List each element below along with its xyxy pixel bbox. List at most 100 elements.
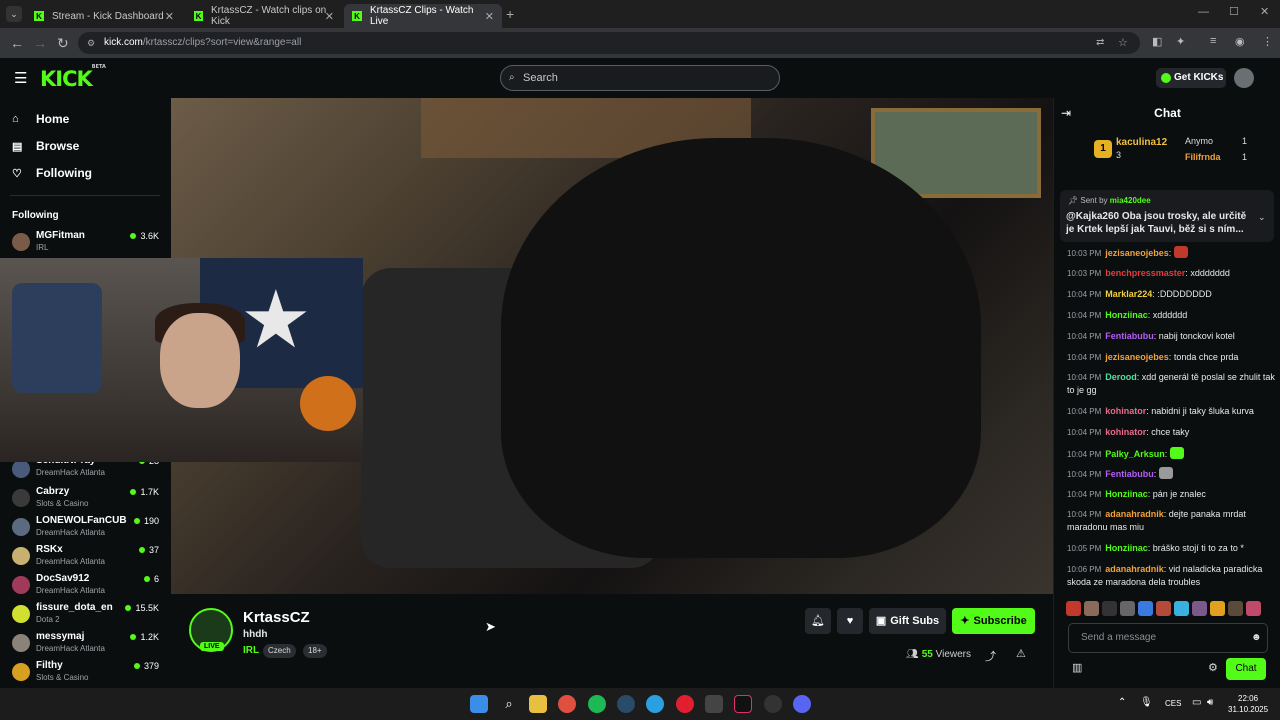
chat-message[interactable]: 10:06 PM adanahradnik: vid naladicka para…	[1067, 563, 1275, 589]
site-info-icon[interactable]: ⚙	[87, 32, 95, 54]
followed-channel[interactable]: LONEWOLFanCUB DreamHack Atlanta 190	[12, 514, 162, 542]
chat-username[interactable]: Fentiabubu	[1105, 469, 1154, 479]
tag-czech[interactable]: Czech	[263, 644, 296, 658]
tab-kick-dashboard[interactable]: K Stream - Kick Dashboard ✕	[26, 4, 182, 28]
extension-icon[interactable]: ◧	[1152, 35, 1162, 48]
tiktok-icon[interactable]	[734, 695, 752, 713]
followed-channel[interactable]: RSKx DreamHack Atlanta 37	[12, 543, 162, 571]
chat-message[interactable]: 10:03 PM jezisaneojebes:	[1067, 246, 1275, 260]
emote-icon[interactable]	[1138, 601, 1153, 616]
microphone-icon[interactable]: 🎙︎	[1140, 697, 1153, 708]
back-icon[interactable]: ←	[10, 35, 24, 51]
chat-message[interactable]: 10:04 PM Derood: xdd generál tě poslal se…	[1067, 371, 1275, 397]
translate-icon[interactable]: ⇄	[1096, 32, 1104, 54]
followed-channel[interactable]: messymaj DreamHack Atlanta 1.2K	[12, 630, 162, 658]
chat-message[interactable]: 10:04 PM kohinator: nabidni ji taky šluka…	[1067, 405, 1275, 418]
chat-settings-gear-icon[interactable]: ⚙	[1208, 661, 1218, 674]
forward-icon[interactable]: →	[33, 35, 47, 51]
chat-message[interactable]: 10:04 PM Honziinac: pán je znalec	[1067, 488, 1275, 501]
chat-message[interactable]: 10:05 PM Honziinac: bráško stojí ti to za…	[1067, 542, 1275, 555]
emote-icon[interactable]	[1246, 601, 1261, 616]
chat-username[interactable]: jezisaneojebes	[1105, 352, 1169, 362]
nav-browse[interactable]: ▤ Browse	[12, 139, 79, 153]
store-icon[interactable]: ▥	[1072, 661, 1082, 674]
close-tab-icon[interactable]: ✕	[165, 10, 174, 23]
faceit-icon[interactable]	[705, 695, 723, 713]
url-field[interactable]: ⚙ kick.com/krtasscz/clips?sort=view&rang…	[78, 32, 1140, 54]
subscribe-button[interactable]: ✦ Subscribe	[952, 608, 1035, 634]
chat-username[interactable]: Marklar224	[1105, 289, 1152, 299]
chat-username[interactable]: Honziinac	[1105, 310, 1148, 320]
chat-message[interactable]: 10:04 PM Palky_Arksun:	[1067, 447, 1275, 461]
emote-icon[interactable]	[1210, 601, 1225, 616]
chat-username[interactable]: Honziinac	[1105, 543, 1148, 553]
search-input[interactable]: ⌕ Search	[500, 65, 780, 91]
chat-username[interactable]: kohinator	[1105, 427, 1146, 437]
chrome-icon[interactable]	[558, 695, 576, 713]
followed-channel[interactable]: MGFitman IRL 3.6K	[12, 229, 162, 257]
channel-name[interactable]: KrtassCZ	[243, 609, 310, 626]
close-tab-icon[interactable]: ✕	[485, 10, 494, 23]
extensions-puzzle-icon[interactable]: ✦	[1176, 35, 1185, 48]
chat-username[interactable]: adanahradnik	[1105, 564, 1164, 574]
send-chat-button[interactable]: Chat	[1226, 658, 1266, 680]
chat-message[interactable]: 10:04 PM kohinator: chce taky	[1067, 426, 1275, 439]
search-taskbar-icon[interactable]: ⌕	[500, 695, 518, 713]
user-avatar[interactable]	[1234, 68, 1254, 88]
spotify-icon[interactable]	[588, 695, 606, 713]
chat-username[interactable]: Honziinac	[1105, 489, 1148, 499]
telegram-icon[interactable]	[646, 695, 664, 713]
browser-menu-icon[interactable]: ⋮	[1262, 35, 1273, 48]
network-icon[interactable]: ▭	[1192, 697, 1201, 708]
opera-icon[interactable]	[676, 695, 694, 713]
new-tab-button[interactable]: +	[506, 6, 514, 22]
windows-start-icon[interactable]	[470, 695, 488, 713]
leader-name[interactable]: kaculina12	[1116, 137, 1167, 148]
emote-icon[interactable]	[1156, 601, 1171, 616]
file-explorer-icon[interactable]	[529, 695, 547, 713]
emoji-icon[interactable]: ☻	[1251, 624, 1262, 652]
followed-channel[interactable]: fissure_dota_en Dota 2 15.5K	[12, 601, 162, 629]
system-clock[interactable]: 22:06 31.10.2025	[1228, 693, 1268, 715]
obs-icon[interactable]	[764, 695, 782, 713]
volume-icon[interactable]: 🔊︎	[1207, 697, 1213, 708]
nav-following[interactable]: ♡ Following	[12, 166, 92, 180]
chat-username[interactable]: Derood	[1105, 372, 1137, 382]
leader-name[interactable]: Filifrnda	[1185, 152, 1221, 162]
emote-icon[interactable]	[1102, 601, 1117, 616]
share-icon[interactable]: ⤴	[985, 648, 996, 664]
input-language[interactable]: CES	[1165, 699, 1181, 708]
minimize-window-button[interactable]: —	[1198, 6, 1209, 18]
chat-username[interactable]: Fentiabubu	[1105, 331, 1154, 341]
stream-category[interactable]: IRL	[243, 645, 259, 656]
expand-chevron-down-icon[interactable]: ⌄	[1258, 212, 1266, 223]
maximize-window-button[interactable]: ☐	[1229, 5, 1239, 18]
notification-bell-button[interactable]: 🔔︎	[805, 608, 831, 634]
tray-chevron-up-icon[interactable]: ⌃	[1118, 697, 1126, 708]
gift-subs-button[interactable]: ▣ Gift Subs	[869, 608, 946, 634]
hamburger-menu-icon[interactable]: ☰	[14, 69, 27, 87]
tab-krtasscz-clips[interactable]: K KrtassCZ - Watch clips on Kick ✕	[186, 4, 342, 28]
report-warning-icon[interactable]: ⚠	[1016, 647, 1026, 660]
pinned-message[interactable]: 📌︎ Sent by mia420dee @Kajka260 Oba jsou …	[1060, 190, 1274, 242]
chat-username[interactable]: adanahradnik	[1105, 509, 1164, 519]
emote-icon[interactable]	[1174, 601, 1189, 616]
emote-icon[interactable]	[1084, 601, 1099, 616]
get-kicks-button[interactable]: Get KICKs	[1156, 68, 1226, 88]
chat-message[interactable]: 10:04 PM Marklar224: :DDDDDDDD	[1067, 288, 1275, 301]
emote-icon[interactable]	[1120, 601, 1135, 616]
kick-logo[interactable]: KICKBETA	[40, 64, 106, 91]
chat-message[interactable]: 10:03 PM benchpressmaster: xddddddd	[1067, 267, 1275, 280]
emote-icon[interactable]	[1066, 601, 1081, 616]
chat-message-input[interactable]: Send a message ☻	[1068, 623, 1268, 653]
nav-home[interactable]: ⌂ Home	[12, 112, 69, 126]
close-window-button[interactable]: ✕	[1260, 5, 1269, 18]
follow-heart-button[interactable]: ♥	[837, 608, 863, 634]
chat-username[interactable]: Palky_Arksun	[1105, 449, 1165, 459]
bookmark-star-icon[interactable]: ☆	[1118, 32, 1128, 54]
discord-icon[interactable]	[793, 695, 811, 713]
media-controls-icon[interactable]: ≡	[1210, 35, 1216, 47]
followed-channel[interactable]: DocSav912 DreamHack Atlanta 6	[12, 572, 162, 600]
steam-icon[interactable]	[617, 695, 635, 713]
leader-name[interactable]: Anymo	[1185, 136, 1213, 146]
